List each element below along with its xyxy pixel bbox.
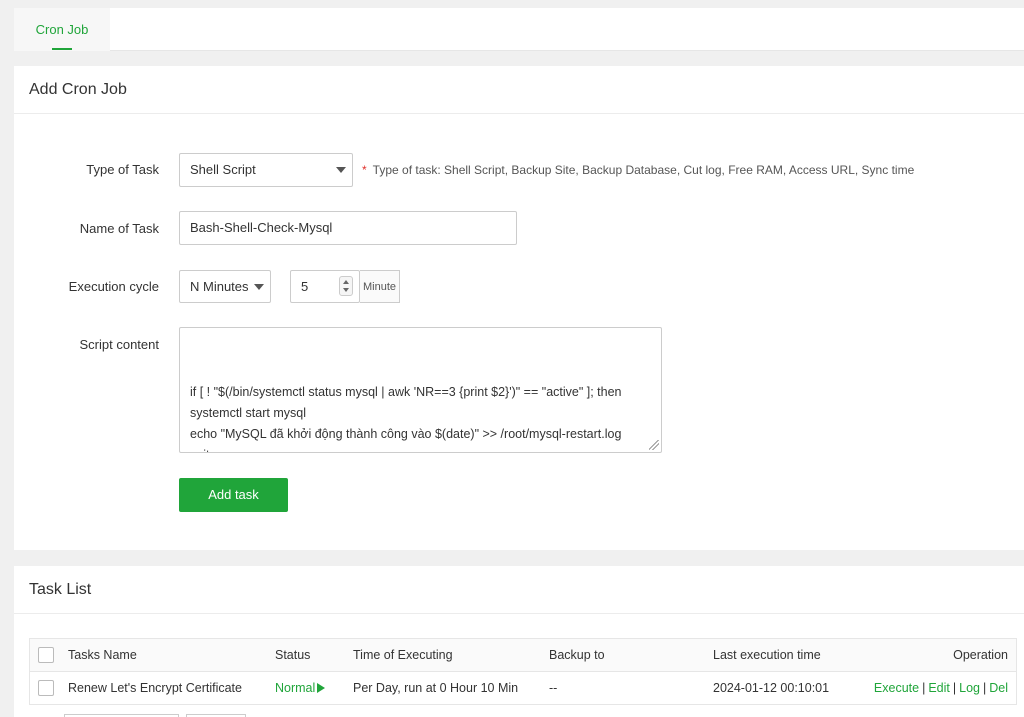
table-header: Tasks Name Status Time of Executing Back… bbox=[30, 639, 1016, 672]
add-task-button[interactable]: Add task bbox=[179, 478, 288, 512]
column-header-backup-to: Backup to bbox=[549, 648, 605, 662]
column-header-time-of-executing: Time of Executing bbox=[353, 648, 453, 662]
column-header-tasks-name: Tasks Name bbox=[68, 648, 137, 662]
table-row: Renew Let's Encrypt Certificate Normal P… bbox=[30, 672, 1016, 704]
required-star: * bbox=[362, 163, 367, 177]
type-of-task-label: Type of Task bbox=[86, 162, 159, 177]
operation-separator: | bbox=[952, 681, 957, 695]
active-tab-indicator bbox=[52, 48, 72, 50]
del-link[interactable]: Del bbox=[989, 681, 1008, 695]
script-content-label: Script content bbox=[79, 337, 160, 352]
execution-cycle-select[interactable]: N Minutes bbox=[179, 270, 271, 303]
task-status[interactable]: Normal bbox=[275, 672, 326, 704]
task-list-panel: Task List Tasks Name Status Time of Exec… bbox=[14, 566, 1024, 717]
task-last-execution-time: 2024-01-12 00:10:01 bbox=[713, 681, 830, 695]
chevron-down-icon bbox=[336, 167, 346, 173]
column-header-last-execution-time: Last execution time bbox=[713, 648, 821, 662]
operation-separator: | bbox=[922, 681, 926, 695]
task-status-label: Normal bbox=[275, 681, 316, 695]
tab-bar: Cron Job bbox=[14, 8, 1024, 51]
execution-cycle-value: N Minutes bbox=[190, 279, 249, 294]
task-name: Renew Let's Encrypt Certificate bbox=[68, 681, 242, 695]
log-link[interactable]: Log bbox=[959, 681, 980, 695]
execution-cycle-label: Execution cycle bbox=[68, 279, 159, 294]
script-content-text: if [ ! "$(/bin/systemctl status mysql | … bbox=[190, 385, 622, 452]
resize-handle-icon[interactable] bbox=[649, 440, 659, 450]
play-icon bbox=[317, 683, 326, 693]
column-header-operation: Operation bbox=[953, 648, 1008, 662]
stepper-up-icon bbox=[343, 280, 349, 284]
add-cron-job-title: Add Cron Job bbox=[29, 81, 127, 98]
tab-cron-job-label: Cron Job bbox=[35, 22, 89, 37]
stepper-down-icon bbox=[343, 288, 349, 292]
number-stepper[interactable] bbox=[339, 276, 353, 296]
tab-cron-job[interactable]: Cron Job bbox=[14, 8, 110, 51]
type-of-task-hint-text: Type of task: Shell Script, Backup Site,… bbox=[372, 163, 915, 177]
task-table: Tasks Name Status Time of Executing Back… bbox=[29, 638, 1017, 705]
execute-link[interactable]: Execute bbox=[874, 681, 919, 695]
name-of-task-input[interactable]: Bash-Shell-Check-Mysql bbox=[179, 211, 517, 245]
task-list-title: Task List bbox=[29, 581, 92, 598]
task-backup-to: -- bbox=[549, 681, 558, 695]
row-checkbox[interactable] bbox=[38, 680, 54, 696]
task-time-of-executing: Per Day, run at 0 Hour 10 Min bbox=[353, 681, 519, 695]
task-operations: Execute | Edit | Log | Del bbox=[874, 672, 1008, 704]
column-header-status: Status bbox=[275, 648, 311, 662]
chevron-down-icon bbox=[254, 284, 264, 290]
type-of-task-select[interactable]: Shell Script bbox=[179, 153, 353, 187]
operation-separator: | bbox=[982, 681, 987, 695]
type-of-task-hint: * Type of task: Shell Script, Backup Site… bbox=[362, 163, 914, 177]
select-all-checkbox[interactable] bbox=[38, 647, 54, 663]
edit-link[interactable]: Edit bbox=[928, 681, 950, 695]
minute-unit-label: Minute bbox=[360, 270, 400, 303]
panel-divider bbox=[14, 613, 1024, 614]
script-content-textarea[interactable]: if [ ! "$(/bin/systemctl status mysql | … bbox=[179, 327, 662, 453]
add-cron-job-panel: Add Cron Job Type of Task Shell Script *… bbox=[14, 66, 1024, 550]
type-of-task-value: Shell Script bbox=[190, 162, 256, 177]
panel-divider bbox=[14, 113, 1024, 114]
name-of-task-label: Name of Task bbox=[79, 221, 159, 236]
